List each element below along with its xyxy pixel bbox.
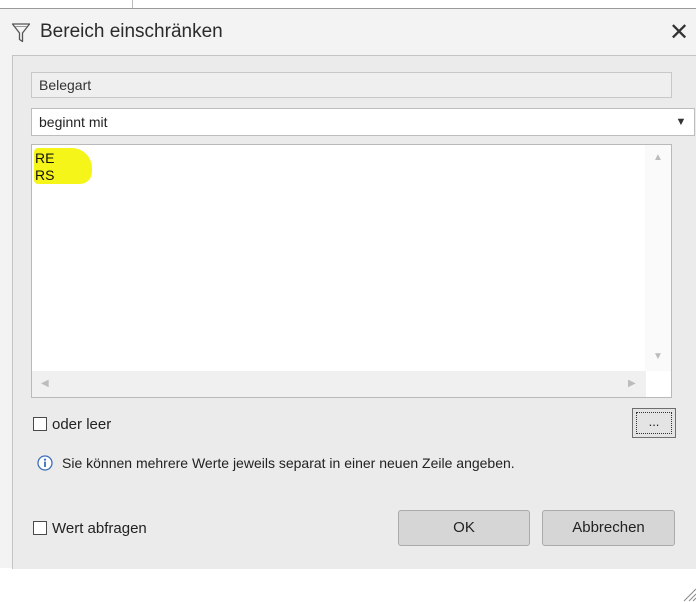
value-line: RS [35, 167, 55, 183]
scroll-left-icon[interactable]: ◀ [41, 378, 49, 389]
browse-button[interactable]: ... [632, 408, 676, 438]
ask-value-checkbox[interactable]: Wert abfragen [33, 518, 147, 538]
close-icon: ✕ [668, 19, 690, 46]
operator-select[interactable]: beginnt mit ▼ [31, 108, 695, 136]
or-empty-label: oder leer [52, 415, 112, 433]
values-text-area[interactable]: RE RS [32, 145, 646, 373]
info-text: Sie können mehrere Werte jeweils separat… [62, 455, 515, 471]
operator-value: beginnt mit [39, 114, 108, 130]
filter-icon [11, 23, 31, 43]
checkbox-box[interactable] [33, 521, 47, 535]
scroll-right-icon[interactable]: ▶ [628, 378, 636, 389]
chevron-down-icon[interactable]: ▼ [668, 109, 694, 135]
info-hint: Sie können mehrere Werte jeweils separat… [37, 451, 515, 475]
close-button[interactable]: ✕ [666, 20, 692, 46]
info-icon [37, 455, 53, 471]
value-line: RE [35, 150, 55, 166]
vertical-scrollbar[interactable]: ▲ ▼ [645, 145, 671, 371]
values-textarea[interactable]: RE RS ▲ ▼ ◀ ▶ [31, 144, 672, 398]
field-name-display: Belegart [31, 72, 672, 98]
cancel-button[interactable]: Abbrechen [542, 510, 675, 546]
scroll-up-icon[interactable]: ▲ [653, 152, 663, 163]
browse-button-label: ... [636, 412, 672, 434]
ok-button[interactable]: OK [398, 510, 530, 546]
horizontal-scrollbar[interactable]: ◀ ▶ [32, 371, 646, 397]
resize-grip-icon[interactable] [681, 586, 696, 602]
scroll-down-icon[interactable]: ▼ [653, 351, 663, 362]
dialog-body: Belegart beginnt mit ▼ RE RS ▲ ▼ ◀ ▶ ode… [12, 55, 696, 602]
background-divider [132, 0, 133, 8]
checkbox-box[interactable] [33, 417, 47, 431]
dialog-title: Bereich einschränken [40, 21, 223, 42]
dialog-titlebar[interactable]: Bereich einschränken ✕ [0, 9, 696, 53]
or-empty-checkbox[interactable]: oder leer [33, 414, 111, 434]
restrict-range-dialog: Bereich einschränken ✕ Belegart beginnt … [0, 9, 696, 602]
ask-value-label: Wert abfragen [52, 519, 147, 537]
